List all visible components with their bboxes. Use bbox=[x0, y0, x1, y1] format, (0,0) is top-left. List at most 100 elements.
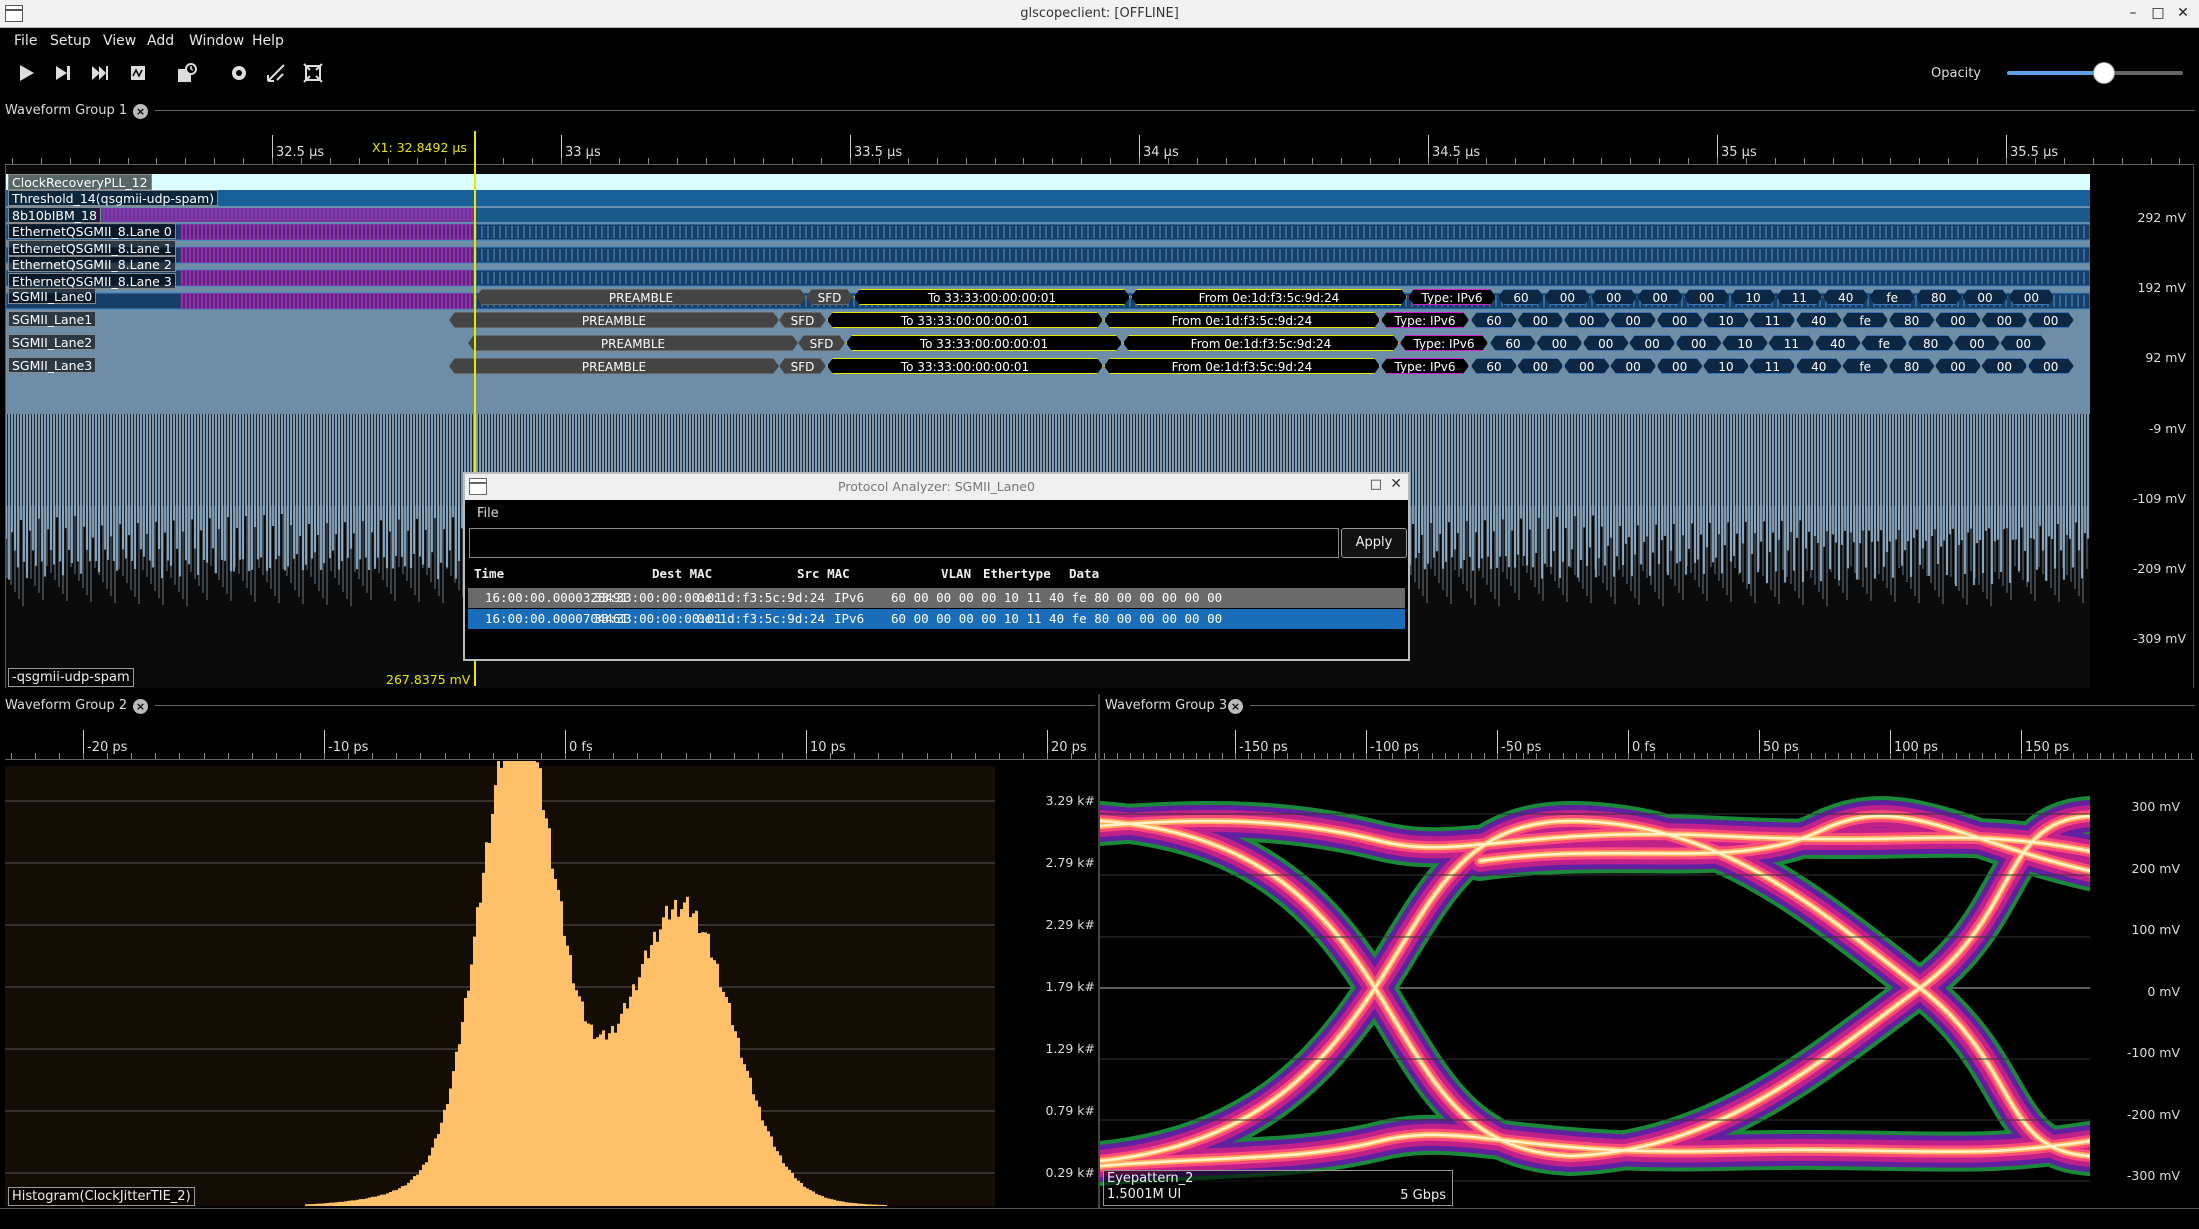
protocol-field-preamble[interactable]: PREAMBLE bbox=[468, 335, 798, 351]
protocol-byte[interactable]: 00 bbox=[1935, 312, 1981, 328]
col-dest-mac[interactable]: Dest MAC bbox=[652, 566, 712, 581]
lane-label[interactable]: SGMII_Lane2 bbox=[8, 334, 97, 350]
protocol-byte[interactable]: fe bbox=[1842, 312, 1888, 328]
protocol-field-dest[interactable]: To 33:33:00:00:00:01 bbox=[846, 335, 1122, 351]
protocol-byte[interactable]: 60 bbox=[1471, 358, 1517, 374]
timeline-ruler-1[interactable]: 32.5 µs 33 µs 33.5 µs 34 µs 34.5 µs 35 µs 35.5… bbox=[5, 131, 2194, 165]
lane-label[interactable]: SGMII_Lane1 bbox=[8, 311, 97, 327]
protocol-field-type[interactable]: Type: IPv6 bbox=[1381, 358, 1469, 374]
eye-pattern-info[interactable]: Eyepattern_2 1.5001M UI 5 Gbps bbox=[1103, 1170, 1453, 1206]
protocol-field-sfd[interactable]: SFD bbox=[779, 312, 826, 328]
packet-row[interactable]: 16:00:00.0000328491 33:33:00:00:00:01 0e:1… bbox=[468, 588, 1405, 608]
protocol-byte[interactable]: 11 bbox=[1768, 335, 1814, 351]
force-trigger-icon[interactable] bbox=[89, 62, 111, 84]
protocol-byte[interactable]: 00 bbox=[1517, 358, 1563, 374]
protocol-byte[interactable]: 10 bbox=[1722, 335, 1768, 351]
dialog-close-icon[interactable]: ✕ bbox=[1390, 476, 1402, 492]
stop-icon[interactable] bbox=[127, 62, 149, 84]
col-ethertype[interactable]: Ethertype bbox=[983, 566, 1051, 581]
opacity-slider-knob[interactable] bbox=[2092, 62, 2115, 84]
minimize-button[interactable]: – bbox=[2124, 4, 2142, 22]
timeline-ruler-2[interactable]: -20 ps -10 ps 0 fs 10 ps 20 ps bbox=[5, 726, 1097, 760]
protocol-byte[interactable]: 00 bbox=[2000, 335, 2046, 351]
protocol-field-src[interactable]: From 0e:1d:f3:5c:9d:24 bbox=[1123, 335, 1399, 351]
col-vlan[interactable]: VLAN bbox=[941, 566, 971, 581]
protocol-byte[interactable]: 00 bbox=[1544, 289, 1590, 305]
close-group-1-icon[interactable]: × bbox=[133, 104, 148, 119]
protocol-byte[interactable]: fe bbox=[1842, 358, 1888, 374]
protocol-field-preamble[interactable]: PREAMBLE bbox=[449, 312, 779, 328]
opacity-slider[interactable] bbox=[2007, 62, 2183, 84]
protocol-byte[interactable]: 80 bbox=[1916, 289, 1962, 305]
protocol-byte[interactable]: 00 bbox=[1657, 312, 1703, 328]
timeline-ruler-3[interactable]: -150 ps -100 ps -50 ps 0 fs 50 ps 100 ps 150 p… bbox=[1100, 726, 2194, 760]
menu-add[interactable]: Add bbox=[147, 33, 174, 49]
protocol-byte[interactable]: 00 bbox=[1676, 335, 1722, 351]
channel-label[interactable]: ClockRecoveryPLL_12 bbox=[8, 174, 152, 190]
protocol-byte[interactable]: 00 bbox=[1962, 289, 2008, 305]
col-data[interactable]: Data bbox=[1069, 566, 1099, 581]
protocol-byte[interactable]: 40 bbox=[1815, 335, 1861, 351]
protocol-byte[interactable]: 11 bbox=[1749, 358, 1795, 374]
protocol-byte[interactable]: 00 bbox=[1629, 335, 1675, 351]
menu-view[interactable]: View bbox=[103, 33, 136, 49]
protocol-byte[interactable]: 00 bbox=[2008, 289, 2054, 305]
menu-window[interactable]: Window bbox=[189, 33, 244, 49]
protocol-byte[interactable]: 10 bbox=[1730, 289, 1776, 305]
protocol-byte[interactable]: 80 bbox=[1889, 358, 1935, 374]
protocol-byte[interactable]: 60 bbox=[1490, 335, 1536, 351]
protocol-field-sfd[interactable]: SFD bbox=[779, 358, 826, 374]
dialog-menu-file[interactable]: File bbox=[477, 506, 499, 521]
protocol-byte[interactable]: 40 bbox=[1823, 289, 1869, 305]
protocol-byte[interactable]: 00 bbox=[1935, 358, 1981, 374]
protocol-field-type[interactable]: Type: IPv6 bbox=[1381, 312, 1469, 328]
history-icon[interactable] bbox=[176, 62, 198, 84]
run-icon[interactable] bbox=[15, 62, 37, 84]
protocol-byte[interactable]: 10 bbox=[1703, 312, 1749, 328]
protocol-byte[interactable]: 11 bbox=[1749, 312, 1795, 328]
protocol-byte[interactable]: 00 bbox=[1981, 312, 2027, 328]
protocol-field-type[interactable]: Type: IPv6 bbox=[1400, 335, 1488, 351]
close-group-2-icon[interactable]: × bbox=[133, 699, 148, 714]
lane-label[interactable]: SGMII_Lane3 bbox=[8, 357, 97, 373]
close-button[interactable]: ✕ bbox=[2174, 4, 2192, 22]
eye-pattern-plot[interactable]: 300 mV 200 mV 100 mV 0 mV -100 mV -200 mV -300… bbox=[1100, 761, 2194, 1206]
protocol-field-src[interactable]: From 0e:1d:f3:5c:9d:24 bbox=[1104, 312, 1380, 328]
protocol-byte[interactable]: 60 bbox=[1498, 289, 1544, 305]
protocol-field-preamble[interactable]: PREAMBLE bbox=[476, 289, 806, 305]
channel-label[interactable]: EthernetQSGMII_8.Lane 2 bbox=[8, 256, 176, 272]
close-group-3-icon[interactable]: × bbox=[1228, 699, 1243, 714]
protocol-byte[interactable]: 40 bbox=[1796, 358, 1842, 374]
protocol-field-dest[interactable]: To 33:33:00:00:00:01 bbox=[827, 312, 1103, 328]
protocol-byte[interactable]: 60 bbox=[1471, 312, 1517, 328]
protocol-byte[interactable]: 00 bbox=[1517, 312, 1563, 328]
fullscreen-icon[interactable] bbox=[265, 62, 287, 84]
protocol-byte[interactable]: 10 bbox=[1703, 358, 1749, 374]
analog-channel-label[interactable]: -qsgmii-udp-spam bbox=[8, 668, 134, 687]
protocol-byte[interactable]: 40 bbox=[1796, 312, 1842, 328]
protocol-field-src[interactable]: From 0e:1d:f3:5c:9d:24 bbox=[1104, 358, 1380, 374]
menu-setup[interactable]: Setup bbox=[50, 33, 91, 49]
menu-help[interactable]: Help bbox=[252, 33, 284, 49]
protocol-byte[interactable]: 00 bbox=[1981, 358, 2027, 374]
menu-file[interactable]: File bbox=[14, 33, 37, 49]
packet-row[interactable]: 16:00:00.0000704461 33:33:00:00:00:01 0e:1… bbox=[468, 609, 1405, 629]
protocol-byte[interactable]: 00 bbox=[1536, 335, 1582, 351]
protocol-field-sfd[interactable]: SFD bbox=[798, 335, 845, 351]
settings-icon[interactable] bbox=[228, 62, 250, 84]
channel-label[interactable]: 8b10bIBM_18 bbox=[8, 207, 101, 223]
protocol-byte[interactable]: 00 bbox=[2028, 358, 2074, 374]
lane-label[interactable]: SGMII_Lane0 bbox=[8, 288, 97, 304]
protocol-field-type[interactable]: Type: IPv6 bbox=[1408, 289, 1496, 305]
single-trigger-icon[interactable] bbox=[52, 62, 74, 84]
protocol-byte[interactable]: 00 bbox=[1637, 289, 1683, 305]
protocol-field-src[interactable]: From 0e:1d:f3:5c:9d:24 bbox=[1131, 289, 1407, 305]
protocol-field-sfd[interactable]: SFD bbox=[806, 289, 853, 305]
apply-button[interactable]: Apply bbox=[1341, 528, 1407, 558]
protocol-byte[interactable]: 00 bbox=[1583, 335, 1629, 351]
protocol-byte[interactable]: 00 bbox=[1610, 358, 1656, 374]
protocol-byte[interactable]: 00 bbox=[1591, 289, 1637, 305]
col-src-mac[interactable]: Src MAC bbox=[797, 566, 850, 581]
protocol-field-preamble[interactable]: PREAMBLE bbox=[449, 358, 779, 374]
protocol-byte[interactable]: 80 bbox=[1889, 312, 1935, 328]
